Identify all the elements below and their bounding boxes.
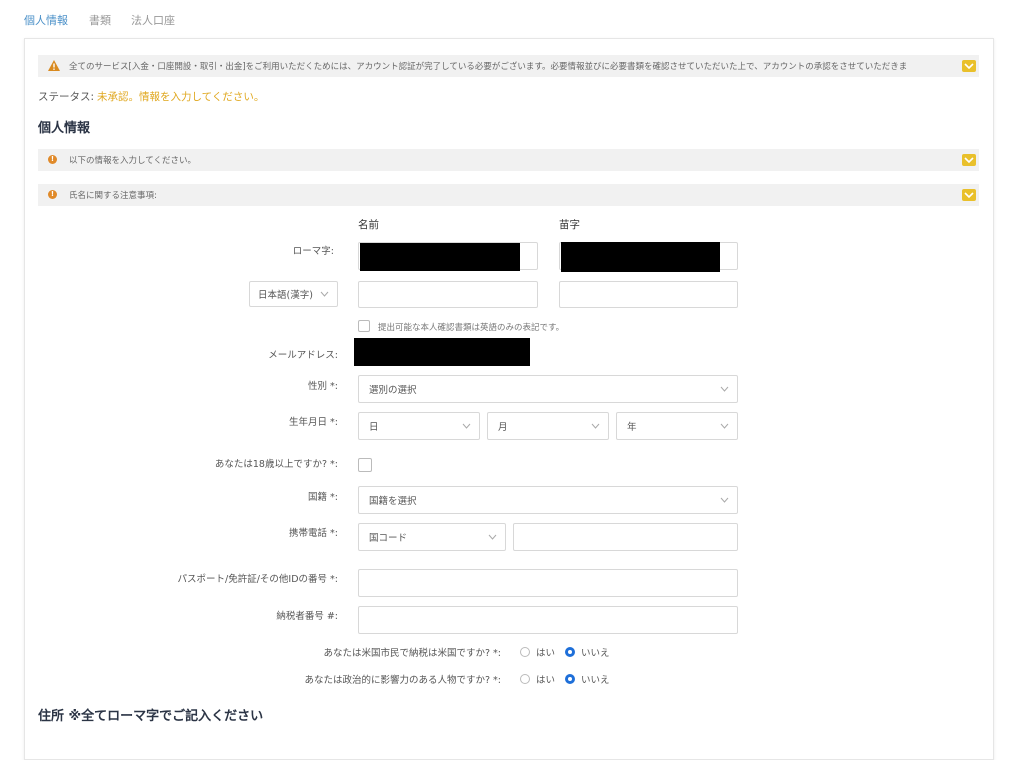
phone-input[interactable] [513, 523, 738, 551]
redacted-last-name [561, 242, 720, 272]
english-only-checkbox[interactable] [358, 320, 370, 332]
section-title: 個人情報 [38, 121, 91, 136]
us-citizen-no-label: いいえ [581, 648, 610, 659]
dob-month-value: 月 [498, 422, 508, 433]
english-only-note: 提出可能な本人確認書類は英語のみの表記です。 [378, 323, 565, 333]
pep-label: あなたは政治的に影響力のある人物ですか? *: [304, 675, 501, 686]
id-number-label: パスポート/免許証/その他IDの番号 *: [177, 574, 339, 585]
chevron-down-icon [462, 423, 471, 429]
romaji-label: ローマ字: [292, 246, 334, 257]
age-checkbox[interactable] [358, 458, 372, 472]
gender-select-value: 選別の選択 [369, 385, 417, 396]
pep-no-radio[interactable] [565, 674, 575, 684]
pep-no-label: いいえ [581, 675, 610, 686]
info-bar-instructions: ! 以下の情報を入力してください。 [38, 149, 979, 171]
warning-icon [48, 60, 60, 71]
chevron-down-icon [720, 423, 729, 429]
nationality-select-value: 国籍を選択 [369, 496, 417, 507]
us-citizen-label: あなたは米国市民で納税は米国ですか? *: [323, 648, 501, 659]
chevron-down-icon[interactable] [962, 60, 976, 72]
address-title: 住所 ※全てローマ字でご記入ください [38, 709, 264, 724]
dob-day-select[interactable]: 日 [358, 412, 480, 440]
info-icon: ! [48, 190, 57, 199]
dob-year-select[interactable]: 年 [616, 412, 738, 440]
tab-personal-info[interactable]: 個人情報 [24, 12, 68, 28]
redacted-first-name [360, 243, 520, 271]
nationality-select[interactable]: 国籍を選択 [358, 486, 738, 514]
status-label: ステータス: [38, 91, 95, 103]
age-label: あなたは18歳以上ですか? *: [214, 459, 338, 470]
phone-label: 携帯電話 *: [289, 528, 338, 539]
last-name-header: 苗字 [559, 219, 580, 231]
redacted-email [354, 338, 530, 366]
id-number-input[interactable] [358, 569, 738, 597]
language-select[interactable]: 日本語(漢字) [249, 281, 338, 307]
dob-month-select[interactable]: 月 [487, 412, 609, 440]
email-label: メールアドレス: [268, 350, 338, 361]
chevron-down-icon [720, 497, 729, 503]
tab-corporate-account[interactable]: 法人口座 [131, 12, 175, 28]
chevron-down-icon [591, 423, 600, 429]
language-select-value: 日本語(漢字) [258, 290, 313, 301]
pep-yes-radio[interactable] [520, 674, 530, 684]
country-code-value: 国コード [369, 533, 408, 544]
chevron-down-icon [720, 386, 729, 392]
notice-text: 全てのサービス[入金・口座開設・取引・出金]をご利用いただくためには、アカウント… [69, 62, 908, 72]
chevron-down-icon [488, 534, 497, 540]
country-code-select[interactable]: 国コード [358, 523, 506, 551]
dob-day-value: 日 [369, 422, 379, 433]
us-citizen-yes-radio[interactable] [520, 647, 530, 657]
pep-yes-label: はい [536, 675, 556, 686]
chevron-down-icon[interactable] [962, 154, 976, 166]
us-citizen-yes-label: はい [536, 648, 556, 659]
info-bar-text: 以下の情報を入力してください。 [69, 156, 196, 166]
info-bar-text: 氏名に関する注意事項: [69, 191, 157, 201]
info-icon: ! [48, 155, 57, 164]
gender-select[interactable]: 選別の選択 [358, 375, 738, 403]
last-name-kanji-input[interactable] [559, 281, 738, 308]
tax-number-label: 納税者番号 #: [276, 611, 338, 622]
gender-label: 性別 *: [308, 381, 338, 392]
nationality-label: 国籍 *: [308, 492, 338, 503]
dob-year-value: 年 [627, 422, 637, 433]
info-bar-name-notes: ! 氏名に関する注意事項: [38, 184, 979, 206]
notice-bar: 全てのサービス[入金・口座開設・取引・出金]をご利用いただくためには、アカウント… [38, 55, 979, 77]
chevron-down-icon [320, 291, 329, 297]
tax-number-input[interactable] [358, 606, 738, 634]
chevron-down-icon[interactable] [962, 189, 976, 201]
us-citizen-no-radio[interactable] [565, 647, 575, 657]
first-name-header: 名前 [358, 219, 379, 231]
dob-label: 生年月日 *: [289, 417, 338, 428]
status-value: 未承認。情報を入力してください。 [97, 91, 265, 103]
first-name-kanji-input[interactable] [358, 281, 538, 308]
tab-documents[interactable]: 書類 [89, 12, 111, 28]
